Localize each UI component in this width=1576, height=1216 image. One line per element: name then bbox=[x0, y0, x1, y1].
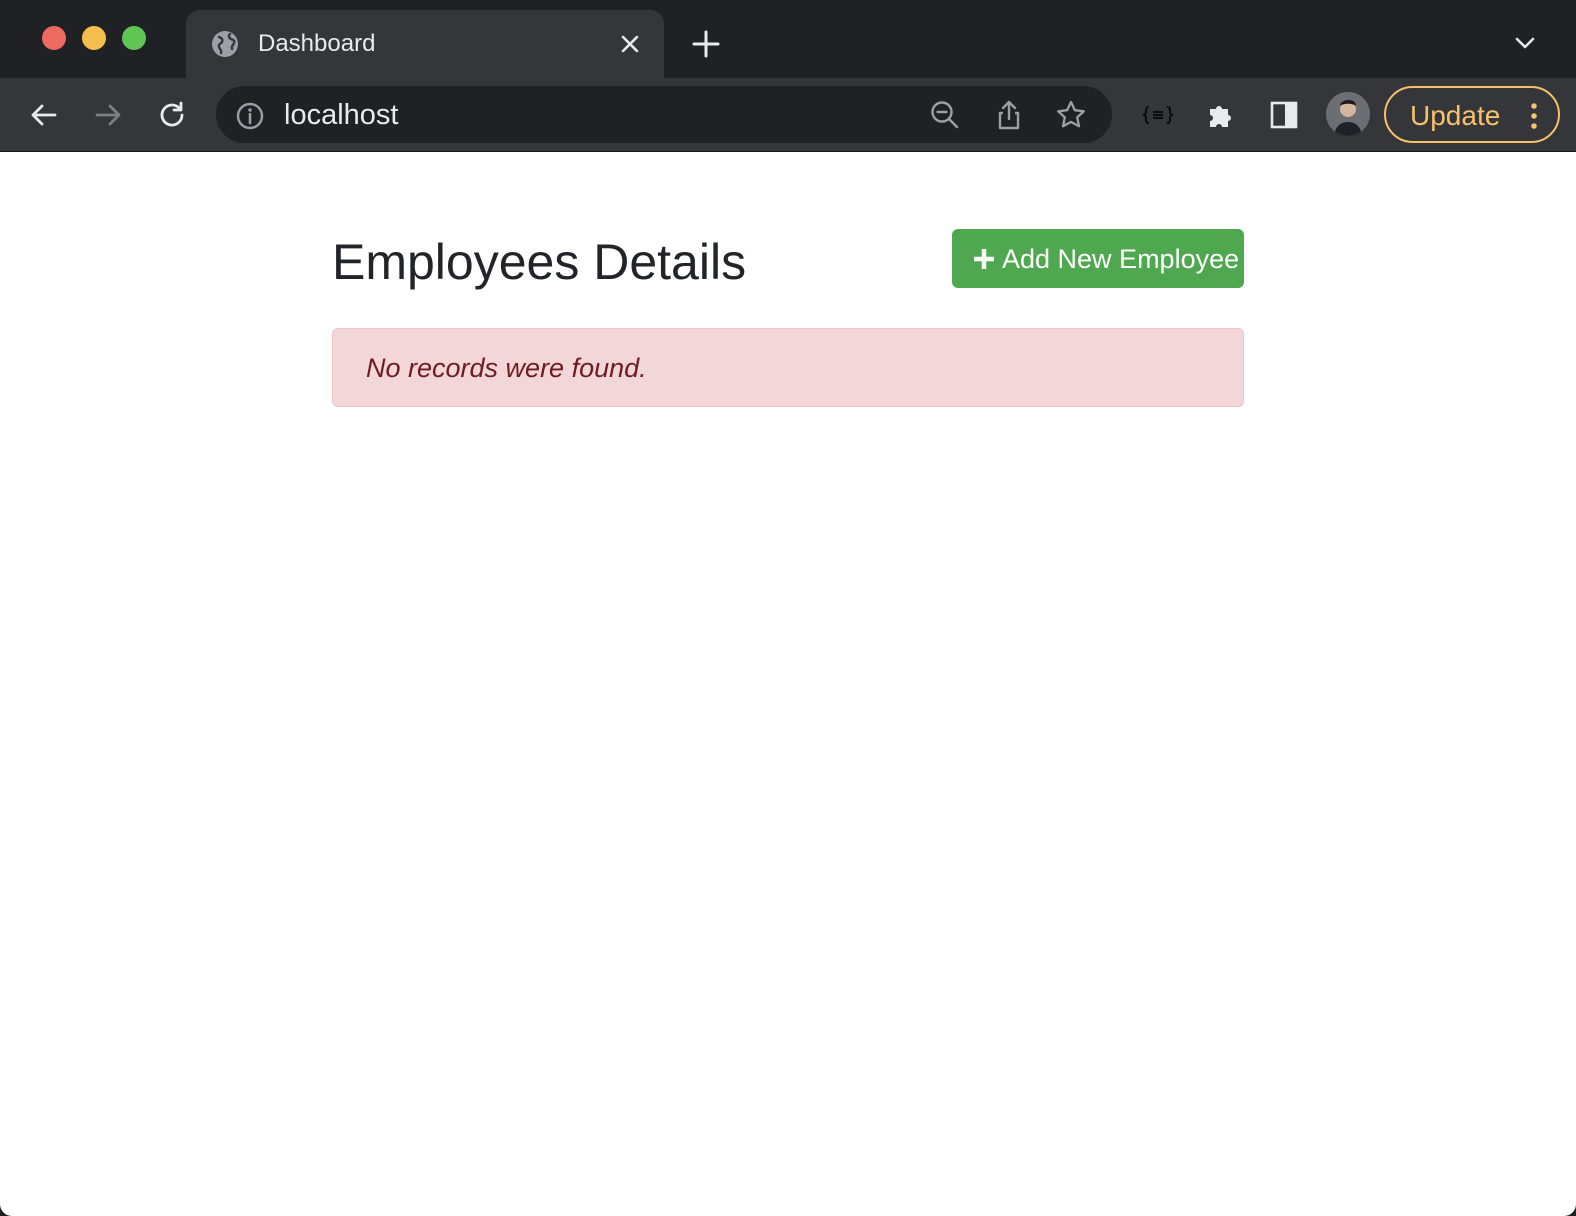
close-icon[interactable] bbox=[616, 30, 644, 58]
reload-button[interactable] bbox=[154, 97, 190, 133]
maximize-window-button[interactable] bbox=[122, 26, 146, 50]
info-icon[interactable] bbox=[234, 100, 266, 132]
plus-icon bbox=[974, 248, 994, 269]
json-viewer-icon bbox=[1142, 106, 1174, 124]
tab-strip: Dashboard bbox=[0, 0, 1576, 78]
page-content: Employees Details Add New Employee No re… bbox=[0, 152, 1576, 1216]
add-new-employee-label: Add New Employee bbox=[1002, 243, 1240, 274]
add-new-employee-button[interactable]: Add New Employee bbox=[952, 229, 1244, 288]
browser-window: Dashboard localhost Update Employees Det… bbox=[0, 0, 1576, 1216]
chevron-down-icon[interactable] bbox=[1512, 30, 1538, 56]
avatar[interactable] bbox=[1326, 92, 1370, 136]
reload-icon bbox=[160, 101, 184, 127]
globe-icon bbox=[212, 31, 238, 57]
browser-toolbar: localhost Update bbox=[0, 78, 1576, 152]
address-bar[interactable]: localhost bbox=[216, 86, 1112, 143]
puzzle-icon bbox=[1210, 106, 1231, 127]
forward-button[interactable] bbox=[90, 97, 126, 133]
back-arrow-icon bbox=[31, 104, 57, 126]
close-window-button[interactable] bbox=[42, 26, 66, 50]
address-url[interactable]: localhost bbox=[284, 98, 398, 132]
extensions-button[interactable] bbox=[1202, 97, 1238, 133]
forward-arrow-icon bbox=[95, 104, 121, 126]
tab-title: Dashboard bbox=[258, 30, 376, 57]
no-records-alert: No records were found. bbox=[332, 328, 1244, 407]
profile-photo bbox=[1326, 92, 1370, 136]
json-viewer-extension-button[interactable] bbox=[1138, 97, 1178, 133]
tab-dashboard[interactable]: Dashboard bbox=[186, 10, 664, 78]
back-button[interactable] bbox=[26, 97, 62, 133]
plus-icon[interactable] bbox=[690, 28, 722, 60]
sidebar-icon bbox=[1270, 101, 1298, 129]
star-icon[interactable] bbox=[1054, 98, 1088, 132]
update-button[interactable]: Update bbox=[1384, 86, 1560, 143]
share-icon[interactable] bbox=[992, 98, 1026, 132]
kebab-menu-icon[interactable] bbox=[1522, 100, 1546, 132]
page-title: Employees Details bbox=[332, 234, 747, 290]
minimize-window-button[interactable] bbox=[82, 26, 106, 50]
zoom-out-icon[interactable] bbox=[928, 98, 962, 132]
side-panel-button[interactable] bbox=[1266, 97, 1302, 133]
alert-message: No records were found. bbox=[366, 353, 647, 383]
update-label: Update bbox=[1410, 100, 1501, 131]
